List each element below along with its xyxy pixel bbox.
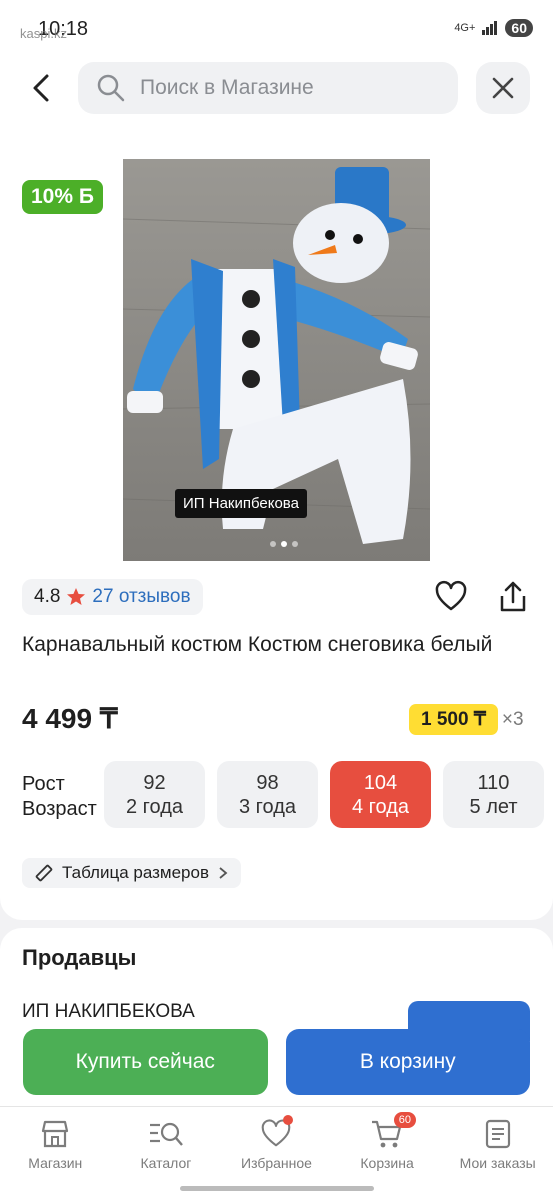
rating-value: 4.8 [34, 586, 61, 607]
nav-orders[interactable]: Мои заказы [442, 1107, 553, 1200]
age-label: Возраст [22, 798, 97, 820]
nav-store-label: Магазин [28, 1155, 83, 1171]
chevron-left-icon [33, 74, 49, 102]
size-option[interactable]: 92 2 года [104, 761, 205, 828]
heart-icon [435, 580, 467, 611]
size-height: 98 [256, 772, 279, 794]
size-age: 2 года [125, 796, 183, 818]
size-table-label: Таблица размеров [62, 863, 209, 882]
search-placeholder: Поиск в Магазине [140, 76, 314, 99]
product-image[interactable]: ИП Накипбекова [123, 159, 430, 561]
battery-indicator: 60 [505, 19, 533, 37]
catalog-search-icon [149, 1122, 183, 1146]
close-icon [492, 77, 514, 99]
home-indicator[interactable] [180, 1186, 374, 1191]
status-bar: 10:18 kaspi.kz 4G+ 60 [0, 0, 553, 52]
installment-info[interactable]: 1 500 ₸ ×3 [409, 704, 524, 735]
size-option-selected[interactable]: 104 4 года [330, 761, 431, 828]
product-card: ИП Накипбекова 10% Б 4.8 27 отзывов Карн… [0, 128, 553, 920]
sellers-heading: Продавцы [22, 945, 137, 970]
rating-chip[interactable]: 4.8 27 отзывов [22, 579, 203, 615]
size-height: 92 [143, 772, 166, 794]
back-button[interactable] [22, 66, 62, 110]
installment-times: ×3 [501, 708, 524, 730]
product-price: 4 499 ₸ [22, 703, 118, 734]
star-icon [67, 588, 86, 605]
bonus-badge: 10% Б [22, 180, 103, 214]
search-input[interactable]: Поиск в Магазине [78, 62, 458, 114]
image-seller-tag: ИП Накипбекова [175, 489, 307, 518]
top-header: Поиск в Магазине [0, 52, 553, 128]
action-buttons: Купить сейчас В корзину [0, 1029, 553, 1097]
size-table-link[interactable]: Таблица размеров [22, 858, 241, 888]
size-height: 110 [477, 772, 510, 794]
size-labels: Рост Возраст [22, 772, 97, 822]
chevron-right-icon [219, 867, 228, 879]
size-option[interactable]: 98 3 года [217, 761, 318, 828]
nav-catalog-label: Каталог [140, 1155, 192, 1171]
share-icon [500, 581, 526, 612]
nav-orders-label: Мои заказы [459, 1155, 536, 1171]
cart-count-badge: 60 [393, 1112, 417, 1128]
buy-now-button[interactable]: Купить сейчас [23, 1029, 268, 1095]
size-age: 3 года [238, 796, 296, 818]
seller-name: ИП НАКИПБЕКОВА [22, 1001, 195, 1022]
product-title: Карнавальный костюм Костюм снеговика бел… [22, 633, 493, 656]
orders-icon [485, 1119, 510, 1149]
image-pagination [270, 541, 298, 547]
signal-icon [482, 21, 498, 35]
height-label: Рост [22, 773, 65, 795]
size-option[interactable]: 110 5 лет [443, 761, 544, 828]
reviews-link[interactable]: 27 отзывов [92, 586, 190, 608]
favorite-button[interactable] [434, 580, 468, 614]
nav-cart-label: Корзина [360, 1155, 414, 1171]
store-icon [42, 1120, 69, 1148]
size-age: 5 лет [469, 796, 518, 818]
status-app-name: kaspi.kz [20, 26, 67, 41]
nav-favorites-label: Избранное [241, 1155, 312, 1171]
size-age: 4 года [351, 796, 409, 818]
nav-store[interactable]: Магазин [0, 1107, 111, 1200]
sellers-section: Продавцы ИП НАКИПБЕКОВА [0, 928, 553, 1128]
status-indicators: 4G+ 60 [454, 19, 533, 37]
close-button[interactable] [476, 62, 530, 114]
network-indicator: 4G+ [454, 22, 476, 34]
search-icon [97, 74, 125, 102]
size-height: 104 [363, 772, 398, 794]
add-to-cart-button[interactable]: В корзину [285, 1029, 530, 1095]
ruler-icon [35, 864, 53, 882]
size-selector: 92 2 года 98 3 года 104 4 года 110 5 лет [104, 761, 553, 828]
share-button[interactable] [496, 580, 530, 614]
installment-amount: 1 500 ₸ [409, 704, 498, 735]
